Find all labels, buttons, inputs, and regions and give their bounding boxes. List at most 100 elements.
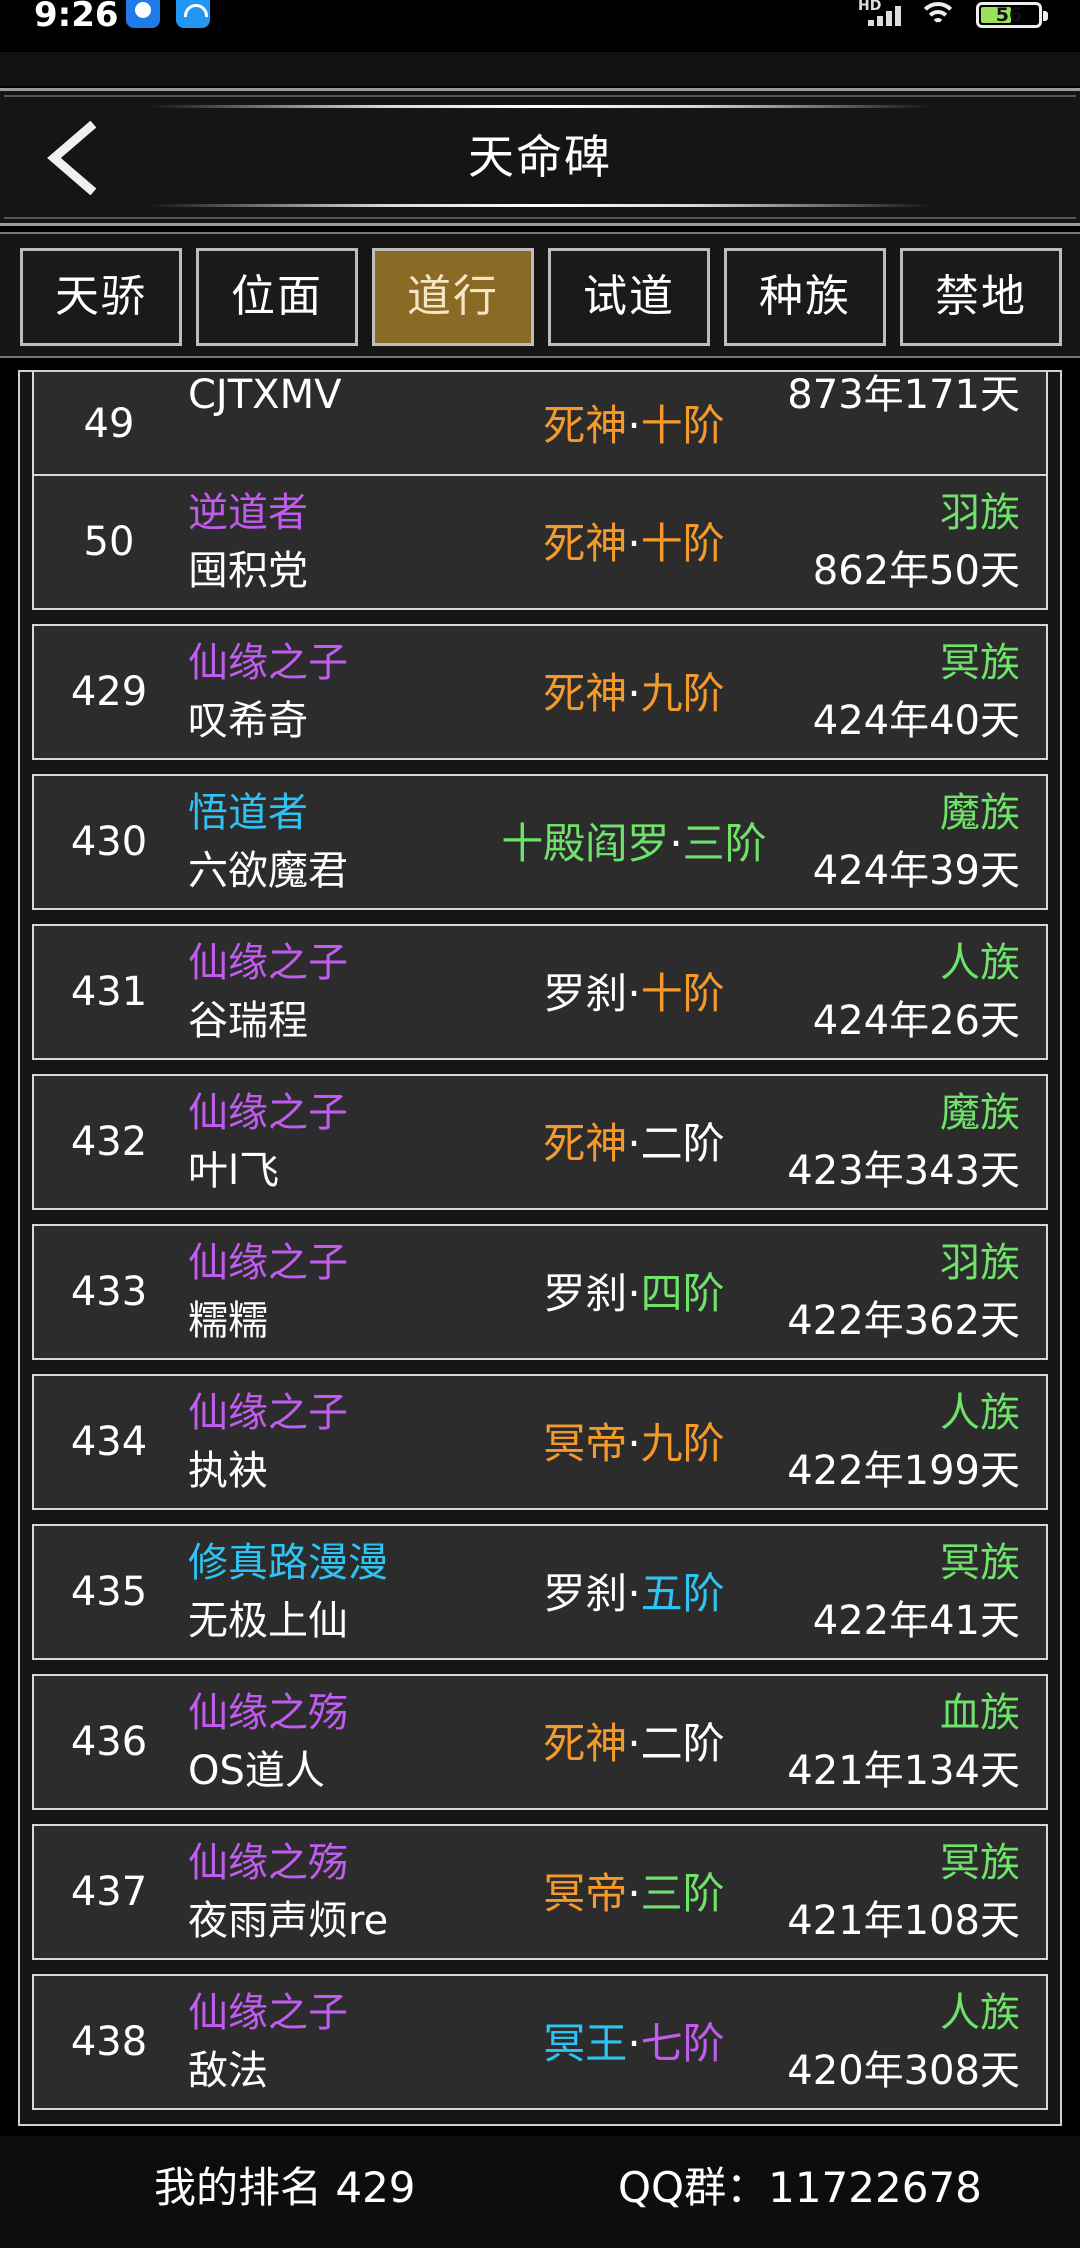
rank-number: 433 bbox=[70, 1269, 148, 1315]
realm-name: 死神 bbox=[543, 669, 628, 718]
cultivation-age: 862年50天 bbox=[812, 548, 1020, 594]
realm-level: 四阶 bbox=[640, 1269, 725, 1318]
ranking-row[interactable]: 435 修真路漫漫 无极上仙 罗刹·五阶 冥族 422年41天 bbox=[32, 1524, 1048, 1660]
rank-number: 429 bbox=[70, 669, 148, 715]
race-age: 人族 420年308天 bbox=[787, 1984, 1020, 2100]
race-age: 血族 421年134天 bbox=[787, 1684, 1020, 1800]
race-age: 冥族 422年41天 bbox=[813, 1534, 1020, 1650]
tab-shidao[interactable]: 试道 bbox=[548, 248, 710, 346]
race-age: 羽族 422年362天 bbox=[787, 1234, 1020, 1350]
realm-separator: · bbox=[627, 669, 641, 718]
realm-name: 罗刹 bbox=[543, 969, 628, 1018]
race-age: 魔族 424年39天 bbox=[813, 784, 1020, 900]
ranking-list[interactable]: 49 CJTXMV 死神·十阶 873年171天 50 逆道者 囤积党 死神·十阶 羽族 862年… bbox=[18, 370, 1062, 2126]
my-rank-label: 我的排名 429 bbox=[154, 2163, 416, 2212]
race-label: 魔族 bbox=[940, 790, 1020, 836]
realm-level: 三阶 bbox=[682, 819, 767, 868]
race-label: 人族 bbox=[940, 940, 1020, 986]
race-age: 魔族 423年343天 bbox=[787, 1084, 1020, 1200]
battery-icon: 56 bbox=[976, 2, 1048, 28]
ranking-row[interactable]: 430 悟道者 六欲魔君 十殿阎罗·三阶 魔族 424年39天 bbox=[32, 774, 1048, 910]
realm-separator: · bbox=[627, 1269, 641, 1318]
rank-number: 437 bbox=[70, 1869, 148, 1915]
cultivation-age: 422年41天 bbox=[812, 1598, 1020, 1644]
player-info: 仙缘之殇 夜雨声烦re bbox=[188, 1834, 388, 1950]
realm-name: 死神 bbox=[543, 519, 628, 568]
realm-label: 死神·十阶 bbox=[414, 512, 854, 576]
player-title: 仙缘之殇 bbox=[188, 1690, 348, 1736]
battery-percent: 56 bbox=[995, 4, 1023, 26]
realm-separator: · bbox=[627, 1419, 641, 1468]
race-age: 873年171天 bbox=[787, 372, 1020, 424]
player-title: 仙缘之子 bbox=[188, 1240, 348, 1286]
realm-label: 罗刹·十阶 bbox=[414, 962, 854, 1026]
player-title: 仙缘之子 bbox=[188, 940, 348, 986]
player-info: 仙缘之子 糯糯 bbox=[188, 1234, 348, 1350]
ranking-row[interactable]: 431 仙缘之子 谷瑞程 罗刹·十阶 人族 424年26天 bbox=[32, 924, 1048, 1060]
player-title: 修真路漫漫 bbox=[188, 1540, 388, 1586]
cultivation-age: 424年39天 bbox=[812, 848, 1020, 894]
tab-jindi[interactable]: 禁地 bbox=[900, 248, 1062, 346]
realm-level: 九阶 bbox=[640, 669, 725, 718]
player-name: OS道人 bbox=[188, 1748, 325, 1794]
rank-number: 436 bbox=[70, 1719, 148, 1765]
ranking-row[interactable]: 436 仙缘之殇 OS道人 死神·二阶 血族 421年134天 bbox=[32, 1674, 1048, 1810]
player-info: 仙缘之子 执袂 bbox=[188, 1384, 348, 1500]
footer: 我的排名 429 QQ群：11722678 bbox=[0, 2136, 1080, 2248]
player-info: CJTXMV bbox=[188, 372, 341, 424]
realm-name: 死神 bbox=[543, 1719, 628, 1768]
signal-icon bbox=[860, 4, 902, 26]
ranking-row[interactable]: 434 仙缘之子 执袂 冥帝·九阶 人族 422年199天 bbox=[32, 1374, 1048, 1510]
cultivation-age: 422年362天 bbox=[787, 1298, 1020, 1344]
player-title: 仙缘之子 bbox=[188, 1090, 348, 1136]
race-label: 魔族 bbox=[940, 1090, 1020, 1136]
ranking-row[interactable]: 432 仙缘之子 叶l飞 死神·二阶 魔族 423年343天 bbox=[32, 1074, 1048, 1210]
qq-group-label: QQ群：11722678 bbox=[618, 2163, 982, 2212]
player-title: 仙缘之子 bbox=[188, 1990, 348, 2036]
ranking-row[interactable]: 437 仙缘之殇 夜雨声烦re 冥帝·三阶 冥族 421年108天 bbox=[32, 1824, 1048, 1960]
player-name: 执袂 bbox=[188, 1448, 268, 1494]
realm-name: 冥王 bbox=[543, 2019, 628, 2068]
cultivation-age: 873年171天 bbox=[787, 372, 1020, 418]
race-age: 冥族 421年108天 bbox=[787, 1834, 1020, 1950]
race-label: 人族 bbox=[940, 1990, 1020, 2036]
ranking-row[interactable]: 433 仙缘之子 糯糯 罗刹·四阶 羽族 422年362天 bbox=[32, 1224, 1048, 1360]
realm-level: 十阶 bbox=[640, 969, 725, 1018]
rank-number: 434 bbox=[70, 1419, 148, 1465]
realm-label: 死神·九阶 bbox=[414, 662, 854, 726]
realm-separator: · bbox=[627, 969, 641, 1018]
rank-number: 49 bbox=[83, 401, 135, 447]
realm-name: 罗刹 bbox=[543, 1569, 628, 1618]
status-time: 9:26 bbox=[34, 0, 119, 35]
player-info: 逆道者 囤积党 bbox=[188, 484, 308, 600]
ranking-row[interactable]: 438 仙缘之子 敌法 冥王·七阶 人族 420年308天 bbox=[32, 1974, 1048, 2110]
realm-name: 冥帝 bbox=[543, 1869, 628, 1918]
rank-number: 435 bbox=[70, 1569, 148, 1615]
cultivation-age: 424年26天 bbox=[812, 998, 1020, 1044]
ranking-row[interactable]: 50 逆道者 囤积党 死神·十阶 羽族 862年50天 bbox=[32, 474, 1048, 610]
wifi-icon bbox=[916, 0, 960, 28]
realm-level: 三阶 bbox=[640, 1869, 725, 1918]
status-gap bbox=[0, 52, 1080, 86]
race-label: 冥族 bbox=[940, 1540, 1020, 1586]
tab-tianjiao[interactable]: 天骄 bbox=[20, 248, 182, 346]
notification-app-icon bbox=[126, 0, 160, 28]
realm-label: 罗刹·五阶 bbox=[414, 1562, 854, 1626]
status-bar: 9:26 HD 56 bbox=[0, 0, 1080, 52]
player-info: 修真路漫漫 无极上仙 bbox=[188, 1534, 388, 1650]
tab-weimian[interactable]: 位面 bbox=[196, 248, 358, 346]
realm-name: 冥帝 bbox=[543, 1419, 628, 1468]
ranking-row[interactable]: 429 仙缘之子 叹希奇 死神·九阶 冥族 424年40天 bbox=[32, 624, 1048, 760]
tab-daoxing[interactable]: 道行 bbox=[372, 248, 534, 346]
tab-zhongzu[interactable]: 种族 bbox=[724, 248, 886, 346]
realm-separator: · bbox=[627, 1719, 641, 1768]
player-name: 谷瑞程 bbox=[188, 998, 308, 1044]
realm-name: 死神 bbox=[543, 401, 628, 450]
realm-separator: · bbox=[627, 1119, 641, 1168]
rank-number: 50 bbox=[83, 519, 135, 565]
player-name: 六欲魔君 bbox=[188, 848, 348, 894]
notification-wifi-app-icon bbox=[176, 0, 210, 28]
race-age: 羽族 862年50天 bbox=[813, 484, 1020, 600]
player-info: 仙缘之子 叹希奇 bbox=[188, 634, 348, 750]
race-age: 人族 422年199天 bbox=[787, 1384, 1020, 1500]
